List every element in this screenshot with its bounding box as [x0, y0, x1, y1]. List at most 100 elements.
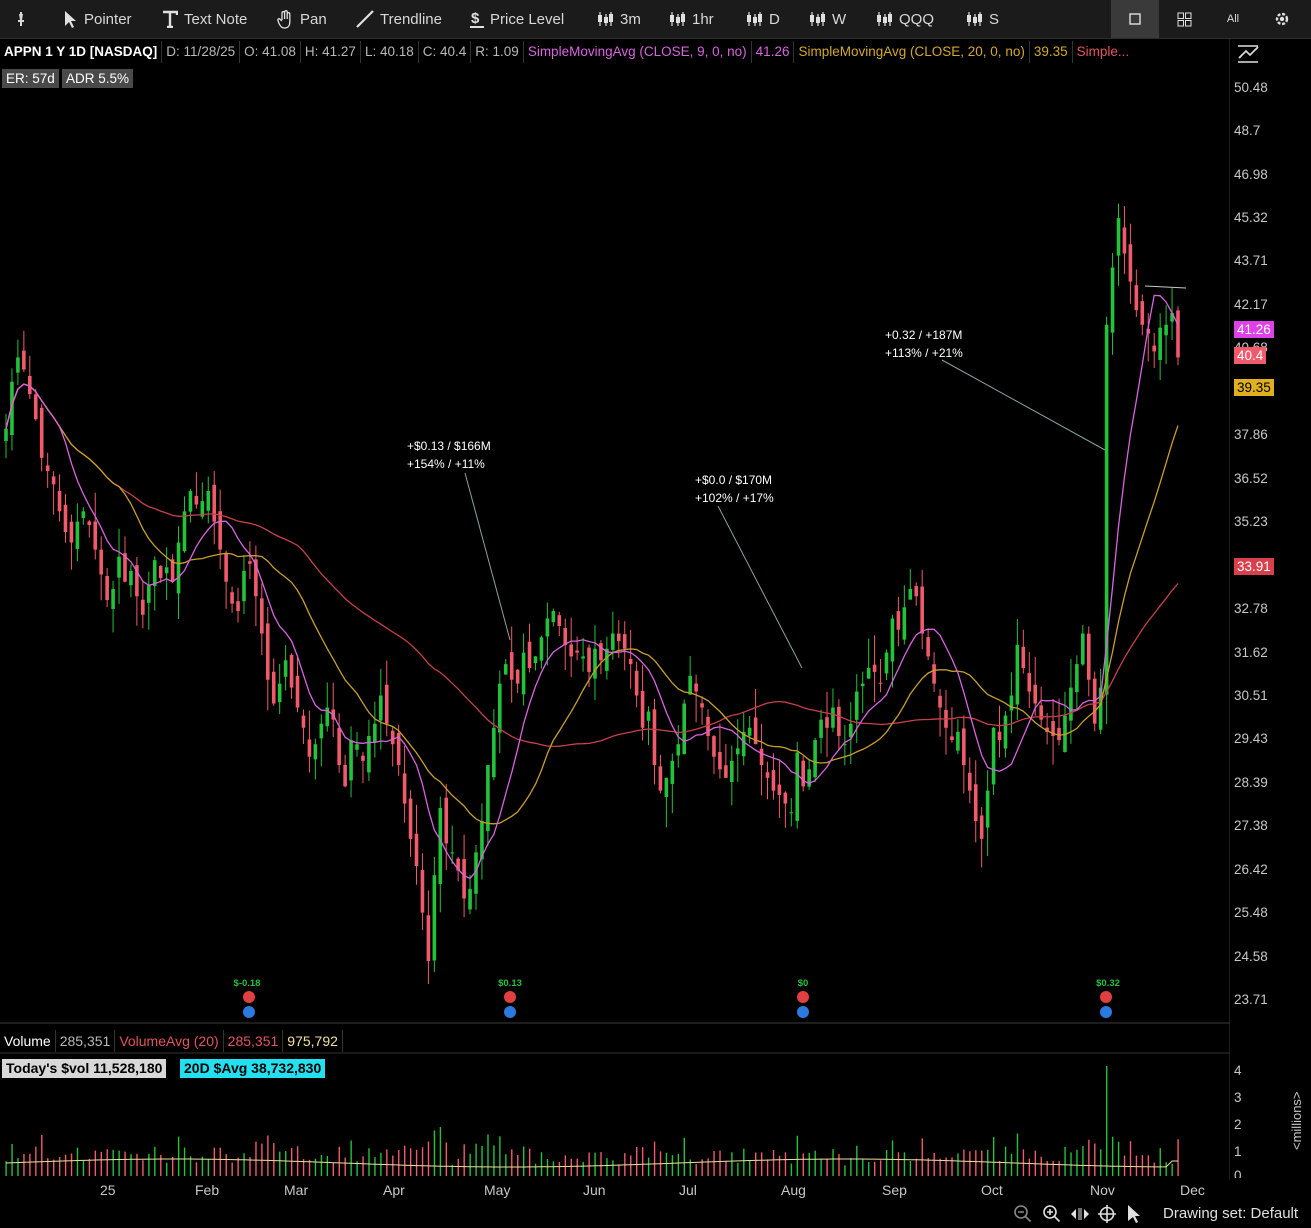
volume-bar	[552, 1161, 555, 1176]
candle-body	[563, 628, 568, 645]
volume-bar	[403, 1145, 406, 1176]
candle-body	[224, 552, 228, 582]
candle-body	[1021, 646, 1026, 669]
candle-body	[1134, 285, 1139, 311]
volume-bar	[225, 1154, 227, 1176]
volume-bar	[790, 1163, 793, 1176]
candle-body	[367, 735, 371, 773]
chart-style-icon[interactable]	[1236, 42, 1260, 64]
earnings-marker[interactable]	[504, 991, 516, 1018]
candle-body	[188, 491, 193, 512]
annotation-line-1: +0.32 / +187M	[885, 328, 963, 342]
volume-bar	[433, 1130, 436, 1176]
crosshair-icon[interactable]	[1097, 1204, 1117, 1224]
volume-bar	[588, 1152, 590, 1176]
candle-body	[420, 870, 425, 913]
candle-body	[652, 709, 657, 766]
volume-label[interactable]: Volume	[0, 1030, 56, 1052]
volume-value: 285,351	[56, 1030, 116, 1052]
candle-body	[1027, 673, 1032, 692]
candle-body	[616, 633, 621, 642]
volume-bar	[52, 1159, 55, 1176]
annotation[interactable]: +$0.13 / $166M +154% / +11%	[407, 437, 491, 473]
earnings-marker[interactable]	[243, 991, 255, 1018]
cursor-icon[interactable]	[1126, 1204, 1142, 1224]
candle-body	[236, 601, 240, 612]
candle-body	[1081, 633, 1085, 665]
candle-body	[230, 592, 234, 604]
y-tick: 45.32	[1234, 210, 1268, 225]
candle-body	[260, 598, 264, 634]
candle-body	[979, 815, 984, 839]
candle-body	[973, 784, 978, 822]
volume-bar	[350, 1140, 352, 1176]
candle-body	[831, 707, 835, 728]
candle-body	[1176, 310, 1180, 358]
volume-bar	[546, 1158, 549, 1176]
earnings-marker[interactable]	[1100, 991, 1112, 1018]
candle-body	[985, 790, 990, 828]
candle-body	[1039, 705, 1043, 720]
candle-body	[664, 777, 669, 798]
today-dollar-volume: Today's $vol 11,528,180	[2, 1059, 167, 1078]
candle-body	[158, 565, 163, 579]
candle-body	[997, 731, 1002, 741]
volume-bar	[469, 1153, 471, 1176]
candle-body	[1128, 244, 1133, 282]
volume-bar	[719, 1150, 721, 1176]
volume-bar	[879, 1160, 882, 1176]
candle-body	[206, 491, 211, 511]
y-tick: 42.17	[1234, 297, 1268, 312]
volume-bar	[963, 1149, 965, 1176]
annotation[interactable]: +0.32 / +187M +113% / +21%	[885, 326, 963, 362]
volume-bar	[873, 1161, 876, 1176]
y-tick: 50.48	[1234, 80, 1268, 95]
candle-body	[682, 703, 687, 755]
volume-bar	[731, 1152, 733, 1176]
volume-bar	[998, 1161, 1001, 1176]
candle-body	[242, 570, 246, 602]
price-chart[interactable]	[0, 0, 1230, 1180]
y-tick: 29.43	[1234, 731, 1268, 746]
candle-body	[1110, 267, 1115, 333]
candle-body	[819, 719, 823, 738]
volume-avg-label[interactable]: VolumeAvg (20)	[115, 1030, 224, 1052]
volume-bar	[1070, 1152, 1072, 1176]
fit-horizontal-icon[interactable]	[1070, 1205, 1090, 1223]
annotation[interactable]: +$0.0 / $170M +102% / +17%	[695, 471, 774, 507]
volume-bar	[136, 1153, 138, 1176]
volume-bar	[796, 1135, 799, 1176]
drawing-set-label[interactable]: Drawing set: Default	[1163, 1205, 1298, 1222]
annotation-line	[941, 359, 1106, 451]
volume-bar	[320, 1154, 323, 1176]
volume-bar	[992, 1137, 995, 1176]
earnings-marker[interactable]	[797, 991, 809, 1018]
volume-bar	[927, 1158, 929, 1176]
candle-body	[16, 357, 20, 373]
volume-bar	[820, 1159, 822, 1176]
candle-body	[991, 727, 996, 785]
trendline[interactable]	[1144, 285, 1187, 289]
settings-button[interactable]	[1258, 0, 1306, 38]
volume-bar	[1135, 1155, 1138, 1176]
volume-bar	[213, 1147, 216, 1176]
candle-body	[533, 656, 538, 663]
candle-body	[361, 755, 365, 761]
candle-body	[539, 637, 544, 661]
volume-header: Volume 285,351 VolumeAvg (20) 285,351 97…	[0, 1030, 343, 1052]
candle-body	[33, 394, 38, 420]
candle-body	[373, 723, 377, 743]
volume-bar	[1052, 1160, 1054, 1176]
volume-avg-value: 285,351	[224, 1030, 284, 1052]
volume-bar	[41, 1134, 43, 1176]
annotation-line-2: +154% / +11%	[407, 457, 485, 471]
candle-body	[569, 644, 573, 657]
candle-body	[527, 641, 532, 669]
earnings-label: $-0.18	[233, 978, 261, 989]
zoom-out-icon[interactable]	[1013, 1204, 1033, 1224]
candle-body	[289, 654, 294, 688]
moving-averages	[5, 294, 1179, 880]
zoom-in-icon[interactable]	[1042, 1204, 1062, 1224]
candle-body	[248, 561, 252, 564]
candle-body	[444, 797, 449, 844]
